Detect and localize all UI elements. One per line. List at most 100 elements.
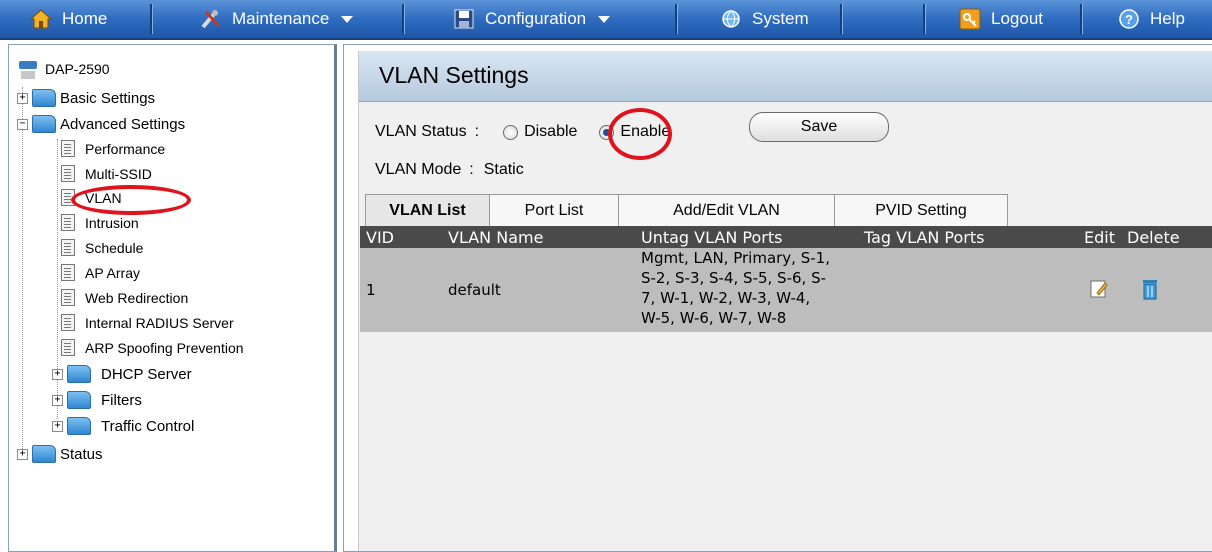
tab-add-edit-vlan[interactable]: Add/Edit VLAN <box>618 194 835 227</box>
column-header-untag-vlan-ports: Untag VLAN Ports <box>641 228 783 247</box>
nav-divider <box>402 4 405 34</box>
tree-item-multi-ssid[interactable]: Multi-SSID <box>61 165 152 182</box>
tree-item-internal-radius-server[interactable]: Internal RADIUS Server <box>61 314 234 331</box>
folder-icon <box>67 365 91 383</box>
nav-configuration[interactable]: Configuration <box>453 0 611 38</box>
nav-maintenance-label: Maintenance <box>232 9 330 28</box>
tree-item-traffic-control[interactable]: + Traffic Control <box>52 417 194 435</box>
nav-divider <box>923 4 926 34</box>
tree-item-advanced-settings-label: Advanced Settings <box>60 115 186 133</box>
highlight-annotation-circle <box>608 108 672 160</box>
label-separator: : <box>469 161 474 178</box>
expand-plus-icon[interactable]: + <box>52 394 63 406</box>
table-row: 1 default Mgmt, LAN, Primary, S-1, S-2, … <box>360 248 1212 332</box>
delete-trash-icon[interactable] <box>1140 278 1160 300</box>
tab-vlan-list[interactable]: VLAN List <box>365 194 490 227</box>
expand-plus-icon[interactable]: + <box>17 92 28 104</box>
access-point-icon <box>19 61 37 79</box>
tab-port-list[interactable]: Port List <box>489 194 619 227</box>
expand-plus-icon[interactable]: + <box>52 420 63 432</box>
nav-divider <box>675 4 678 34</box>
nav-help[interactable]: ? Help <box>1118 0 1185 38</box>
nav-divider <box>840 4 843 34</box>
save-button[interactable]: Save <box>749 112 889 142</box>
nav-system-label: System <box>752 9 809 28</box>
tree-item-performance[interactable]: Performance <box>61 140 165 157</box>
collapse-minus-icon[interactable]: − <box>17 118 28 130</box>
nav-logout-label: Logout <box>991 9 1043 28</box>
tree-item-status[interactable]: + Status <box>17 445 103 463</box>
tree-item-status-label: Status <box>60 445 103 463</box>
cell-vid: 1 <box>366 281 376 299</box>
cell-untag-line: Mgmt, LAN, Primary, S-1, <box>641 249 830 267</box>
disable-radio[interactable] <box>503 124 519 140</box>
folder-icon <box>67 391 91 409</box>
tree-item-schedule[interactable]: Schedule <box>61 239 143 256</box>
page-icon <box>61 339 75 356</box>
key-icon <box>959 8 981 30</box>
column-header-vlan-name: VLAN Name <box>448 228 544 247</box>
column-header-edit: Edit <box>1084 228 1115 247</box>
edit-icon[interactable] <box>1089 279 1109 299</box>
vlan-mode-row: VLAN Mode : Static <box>375 161 524 179</box>
folder-icon <box>67 417 91 435</box>
tree-item-label: Web Redirection <box>85 289 189 306</box>
tree-connector <box>22 87 23 455</box>
page-title: VLAN Settings <box>379 62 529 88</box>
tree-item-label: Filters <box>101 391 142 409</box>
navigation-tree-panel: DAP-2590 + Basic Settings − Advanced Set… <box>8 44 337 552</box>
tree-item-intrusion[interactable]: Intrusion <box>61 214 139 231</box>
content-panel: VLAN Settings VLAN Status : Disable Enab… <box>343 44 1212 552</box>
nav-configuration-label: Configuration <box>485 9 587 28</box>
nav-home[interactable]: Home <box>30 0 107 38</box>
page-icon <box>61 314 75 331</box>
tree-item-label: Multi-SSID <box>85 165 152 182</box>
navigation-tree: DAP-2590 + Basic Settings − Advanced Set… <box>9 45 334 551</box>
vlan-mode-label: VLAN Mode <box>375 161 462 178</box>
tree-item-filters[interactable]: + Filters <box>52 391 142 409</box>
label-separator: : <box>474 123 480 140</box>
tree-item-basic-settings-label: Basic Settings <box>60 89 156 107</box>
tree-item-label: Traffic Control <box>101 417 195 435</box>
column-header-tag-vlan-ports: Tag VLAN Ports <box>864 228 985 247</box>
tree-item-basic-settings[interactable]: + Basic Settings <box>17 89 155 107</box>
page-icon <box>61 239 75 256</box>
cell-untag-line: S-2, S-3, S-4, S-5, S-6, S- <box>641 269 827 287</box>
tree-item-advanced-settings[interactable]: − Advanced Settings <box>17 115 185 133</box>
chevron-down-icon <box>598 15 611 23</box>
cell-vlan-name: default <box>448 281 501 299</box>
nav-divider <box>1080 4 1083 34</box>
nav-divider <box>150 4 153 34</box>
home-icon <box>30 9 52 29</box>
help-icon: ? <box>1119 9 1139 29</box>
nav-maintenance[interactable]: Maintenance <box>200 0 354 38</box>
tools-icon <box>201 10 221 29</box>
svg-text:?: ? <box>1125 12 1133 27</box>
cell-untag-line: 7, W-1, W-2, W-3, W-4, <box>641 289 811 307</box>
page-icon <box>61 140 75 157</box>
cell-untag-line: W-5, W-6, W-7, W-8 <box>641 309 787 327</box>
tree-item-arp-spoofing-prevention[interactable]: ARP Spoofing Prevention <box>61 339 244 356</box>
folder-icon <box>32 445 56 463</box>
page-icon <box>61 165 75 182</box>
tab-pvid-setting[interactable]: PVID Setting <box>834 194 1008 227</box>
nav-system[interactable]: System <box>720 0 809 38</box>
floppy-disk-icon <box>454 9 474 29</box>
tree-item-label: Intrusion <box>85 214 139 231</box>
vlan-mode-value: Static <box>483 161 524 178</box>
expand-plus-icon[interactable]: + <box>17 448 28 460</box>
tree-item-label: AP Array <box>85 264 140 281</box>
tree-item-ap-array[interactable]: AP Array <box>61 264 140 281</box>
tree-device[interactable]: DAP-2590 <box>17 57 110 81</box>
disable-radio-label: Disable <box>524 123 578 140</box>
table-header: VID VLAN Name Untag VLAN Ports Tag VLAN … <box>360 226 1212 248</box>
chevron-down-icon <box>341 15 354 23</box>
folder-icon <box>32 89 56 107</box>
page-icon <box>61 289 75 306</box>
nav-help-label: Help <box>1150 9 1185 28</box>
expand-plus-icon[interactable]: + <box>52 368 63 380</box>
column-header-delete: Delete <box>1127 228 1180 247</box>
nav-logout[interactable]: Logout <box>959 0 1043 38</box>
tree-item-dhcp-server[interactable]: + DHCP Server <box>52 365 192 383</box>
tree-item-web-redirection[interactable]: Web Redirection <box>61 289 188 306</box>
